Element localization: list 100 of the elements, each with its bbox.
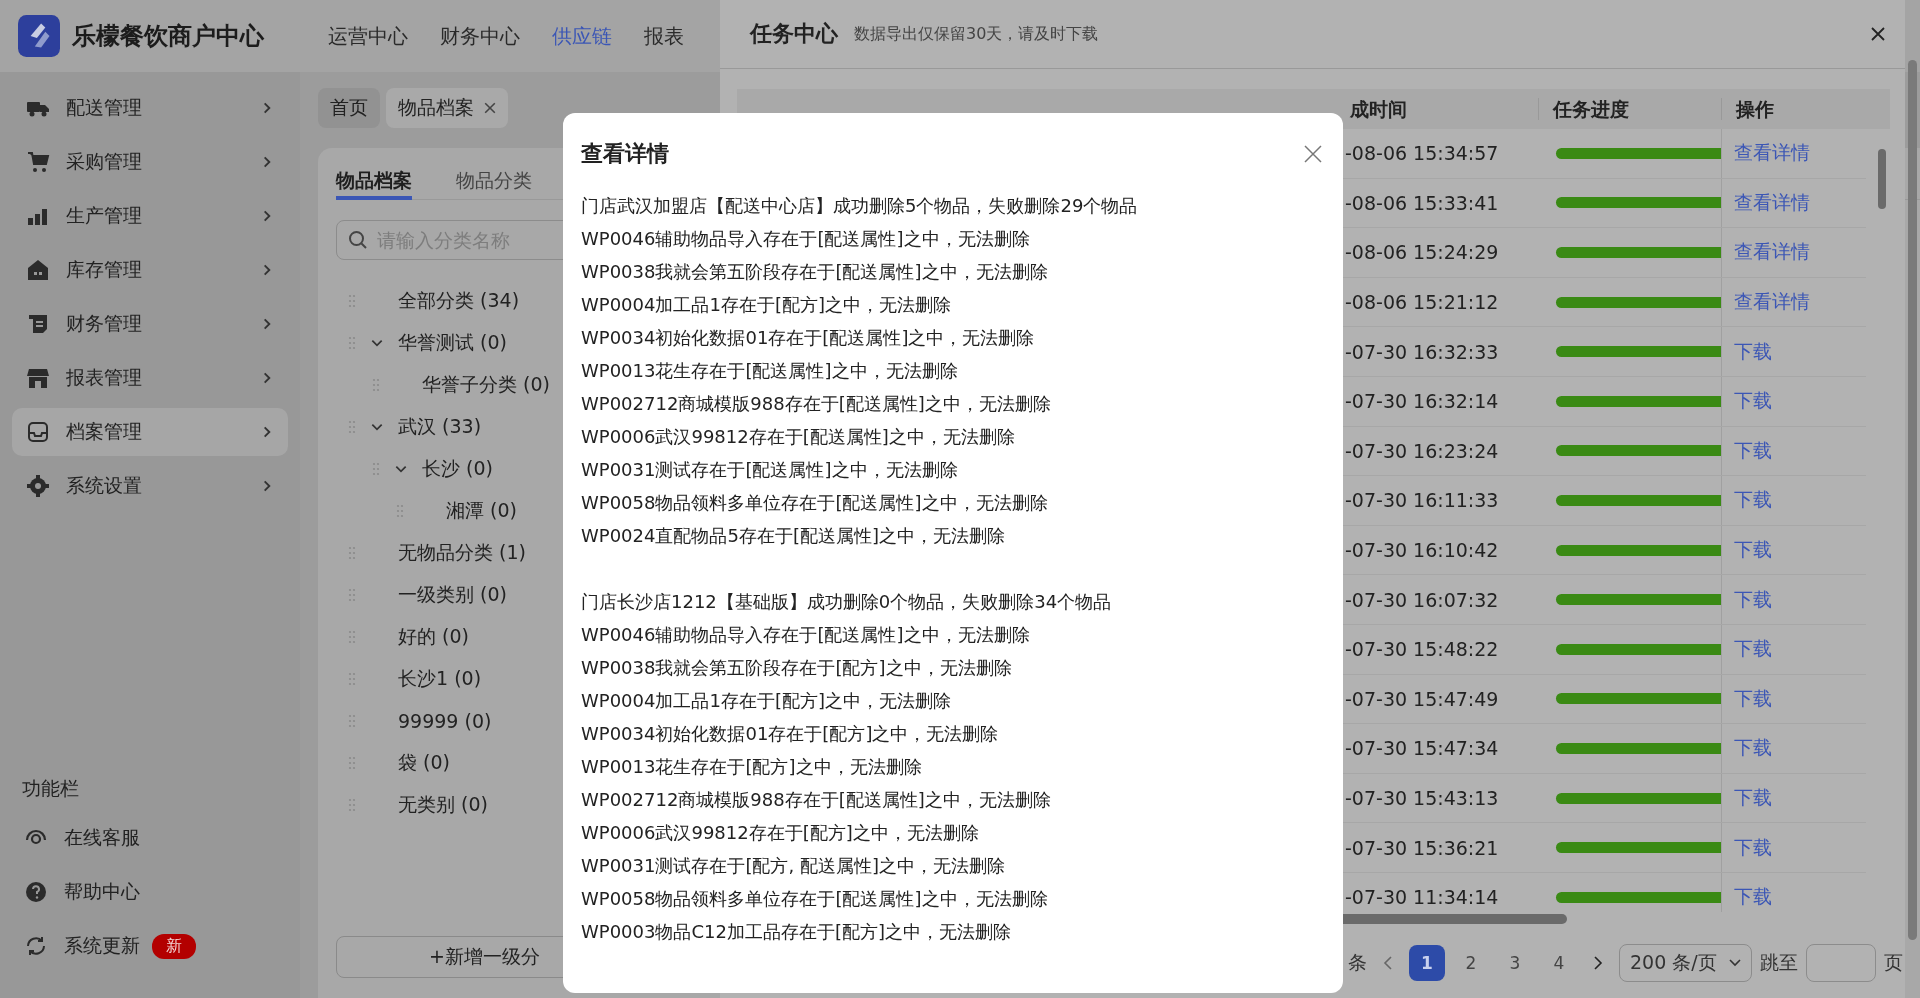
sidebar-item[interactable]: 生产管理	[12, 192, 288, 240]
drag-handle-icon[interactable]	[348, 756, 356, 770]
table-cell: -07-30 11:34:14	[1345, 886, 1499, 909]
action-link[interactable]: 下载	[1734, 885, 1772, 908]
tool-link[interactable]: 系统更新 新	[12, 928, 288, 964]
tool-link[interactable]: 在线客服	[12, 820, 288, 856]
jump-label: 跳至	[1759, 950, 1798, 975]
error-line: WP002712商城模版988存在于[配送属性]之中，无法删除	[581, 788, 1051, 812]
previous-page-icon[interactable]	[1383, 955, 1393, 971]
page-tab[interactable]: 首页	[318, 88, 380, 128]
sidebar-item[interactable]: 库存管理	[12, 246, 288, 294]
tree-item[interactable]: 全部分类 (34)	[398, 288, 520, 314]
page-size-select[interactable]: 200 条/页	[1619, 944, 1752, 982]
action-link[interactable]: 下载	[1734, 438, 1772, 461]
chevron-icon	[1728, 959, 1741, 967]
page-input[interactable]	[1805, 944, 1876, 982]
page-number[interactable]: 1	[1409, 945, 1445, 981]
tree-item[interactable]: 99999 (0)	[398, 710, 492, 732]
drag-handle-icon[interactable]	[348, 714, 356, 728]
table-cell: -07-30 15:47:34	[1345, 737, 1499, 760]
close-icon[interactable]	[1303, 144, 1323, 164]
drag-handle-icon[interactable]	[396, 504, 404, 518]
search-icon	[348, 230, 368, 250]
page-tab[interactable]: 物品档案	[386, 88, 508, 128]
action-link[interactable]: 下载	[1734, 488, 1772, 511]
sidebar-item[interactable]: 档案管理	[12, 408, 288, 456]
error-line: WP0034初始化数据01存在于[配方]之中，无法删除	[581, 722, 999, 746]
tree-item[interactable]: 长沙1 (0)	[398, 666, 482, 692]
drag-handle-icon[interactable]	[348, 588, 356, 602]
tree-item[interactable]: 好的 (0)	[398, 624, 469, 650]
tree-item[interactable]: 无物品分类 (1)	[398, 540, 526, 566]
tree-item[interactable]: 华誉子分类 (0)	[422, 372, 550, 398]
error-line: WP0031测试存在于[配方, 配送属性]之中，无法删除	[581, 854, 1005, 878]
scrollbar[interactable]	[1878, 149, 1886, 209]
error-line: WP002712商城模版988存在于[配送属性]之中，无法删除	[581, 392, 1051, 416]
action-link[interactable]: 下载	[1734, 389, 1772, 412]
drag-handle-icon[interactable]	[348, 672, 356, 686]
close-icon[interactable]	[1871, 27, 1885, 41]
drag-handle-icon[interactable]	[372, 462, 380, 476]
scrollbar[interactable]	[1908, 60, 1917, 940]
sidebar-item[interactable]: 采购管理	[12, 138, 288, 186]
action-link[interactable]: 查看详情	[1734, 240, 1810, 263]
sidebar-item[interactable]: 报表管理	[12, 354, 288, 402]
tree-item[interactable]: 华誉测试 (0)	[398, 330, 507, 356]
action-link[interactable]: 下载	[1734, 339, 1772, 362]
tree-item[interactable]: 武汉 (33)	[398, 414, 482, 440]
table-cell: -07-30 16:32:33	[1345, 340, 1499, 363]
card-tab[interactable]: 物品分类	[456, 160, 532, 200]
nav-tab[interactable]: 财务中心	[440, 22, 520, 50]
inbox-icon	[26, 420, 50, 444]
action-link[interactable]: 下载	[1734, 637, 1772, 660]
page-number[interactable]: 3	[1497, 945, 1533, 981]
sidebar-item[interactable]: 系统设置	[12, 462, 288, 510]
logo-icon	[18, 15, 60, 57]
action-link[interactable]: 下载	[1734, 538, 1772, 561]
close-icon[interactable]	[484, 102, 496, 114]
table-cell: -07-30 15:43:13	[1345, 787, 1499, 809]
page-number[interactable]: 2	[1453, 945, 1489, 981]
table-cell: -07-30 16:07:32	[1345, 588, 1499, 611]
table-cell: -07-30 15:47:49	[1345, 687, 1499, 710]
error-line: WP0013花生存在于[配送属性]之中，无法删除	[581, 359, 958, 383]
error-line: WP0006武汉99812存在于[配方]之中，无法删除	[581, 821, 979, 845]
error-line: WP0006武汉99812存在于[配送属性]之中，无法删除	[581, 425, 1015, 449]
drag-handle-icon[interactable]	[348, 546, 356, 560]
column-header: 操作	[1736, 98, 1774, 120]
sidebar-item[interactable]: 财务管理	[12, 300, 288, 348]
drag-handle-icon[interactable]	[348, 630, 356, 644]
next-page-icon[interactable]	[1593, 955, 1603, 971]
action-link[interactable]: 下载	[1734, 587, 1772, 610]
tree-item[interactable]: 袋 (0)	[398, 750, 450, 776]
action-link[interactable]: 查看详情	[1734, 290, 1810, 313]
action-link[interactable]: 下载	[1734, 686, 1772, 709]
action-link[interactable]: 下载	[1734, 835, 1772, 858]
drag-handle-icon[interactable]	[348, 798, 356, 812]
table-cell: -07-30 16:10:42	[1345, 539, 1499, 562]
drawer-subtitle: 数据导出仅保留30天，请及时下载	[854, 23, 1099, 45]
sidebar-item[interactable]: 配送管理	[12, 84, 288, 132]
drag-handle-icon[interactable]	[372, 378, 380, 392]
error-line: WP0013花生存在于[配方]之中，无法删除	[581, 755, 922, 779]
nav-tab[interactable]: 报表	[644, 22, 684, 50]
error-line: WP0038我就会第五阶段存在于[配送属性]之中，无法删除	[581, 260, 1048, 284]
page-number[interactable]: 4	[1541, 945, 1577, 981]
action-link[interactable]: 下载	[1734, 736, 1772, 759]
receipt-icon	[26, 312, 50, 336]
card-tab[interactable]: 物品档案	[336, 160, 412, 200]
tree-item[interactable]: 一级类别 (0)	[398, 582, 507, 608]
drag-handle-icon[interactable]	[348, 336, 356, 350]
nav-tab[interactable]: 运营中心	[328, 22, 408, 50]
summary-text: 门店武汉加盟店【配送中心店】成功删除5个物品，失败删除29个物品	[581, 194, 1138, 218]
action-link[interactable]: 查看详情	[1734, 190, 1810, 213]
drag-handle-icon[interactable]	[348, 294, 356, 308]
tree-item[interactable]: 长沙 (0)	[422, 456, 493, 482]
drag-handle-icon[interactable]	[348, 420, 356, 434]
tree-item[interactable]: 湘潭 (0)	[446, 498, 517, 524]
new-badge: 新	[152, 933, 196, 959]
action-link[interactable]: 下载	[1734, 786, 1772, 808]
tool-link[interactable]: 帮助中心	[12, 874, 288, 910]
tree-item[interactable]: 无类别 (0)	[398, 792, 488, 818]
action-link[interactable]: 查看详情	[1734, 141, 1810, 164]
table-cell: -07-30 15:36:21	[1345, 836, 1499, 859]
